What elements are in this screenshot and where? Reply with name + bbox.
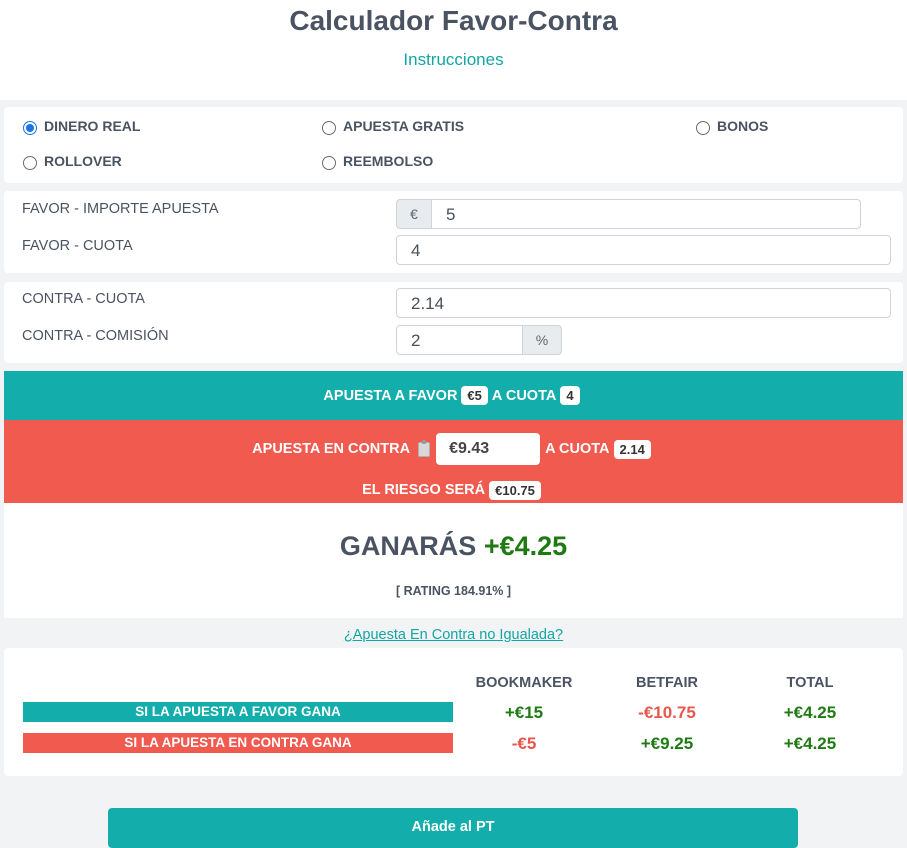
risk-pill: €10.75 — [489, 480, 541, 500]
radio-label: APUESTA GRATIS — [343, 118, 465, 134]
favor-card: FAVOR - IMPORTE APUESTA € 5 FAVOR - CUOT… — [4, 191, 903, 273]
radio-apuesta-gratis[interactable]: APUESTA GRATIS — [322, 118, 465, 135]
profit-value: +€4.25 — [483, 531, 568, 561]
contra-odds-pill: 2.14 — [613, 439, 651, 459]
result-card: GANARÁS +€4.25 [ RATING 184.91% ] — [4, 503, 903, 618]
instructions-link[interactable]: Instrucciones — [0, 50, 907, 70]
radio-label: DINERO REAL — [44, 118, 141, 134]
page-title: Calculador Favor-Contra — [289, 5, 618, 36]
radio-label: ROLLOVER — [44, 153, 122, 169]
favor-stake-pill: €5 — [461, 386, 488, 405]
row-contra-total: +€4.25 — [783, 734, 837, 753]
radio-unchecked-icon[interactable] — [23, 156, 37, 170]
contra-odds-label: CONTRA - CUOTA — [22, 291, 145, 307]
clipboard-icon[interactable] — [418, 439, 431, 457]
percent-suffix: % — [522, 325, 562, 355]
radio-label: BONOS — [717, 118, 769, 134]
row-contra-wins-label: SI LA APUESTA EN CONTRA GANA — [23, 733, 453, 753]
radio-dinero-real[interactable]: DINERO REAL — [23, 118, 141, 135]
row-favor-total: +€4.25 — [783, 703, 837, 722]
favor-summary-band: APUESTA A FAVOR €5 A CUOTA 4 — [4, 371, 903, 420]
row-favor-wins-label: SI LA APUESTA A FAVOR GANA — [23, 702, 453, 722]
radio-unchecked-icon[interactable] — [322, 156, 336, 170]
radio-reembolso[interactable]: REEMBOLSO — [322, 153, 434, 170]
header-betfair: BETFAIR — [635, 675, 699, 691]
outcomes-table: BOOKMAKER BETFAIR TOTAL SI LA APUESTA A … — [4, 648, 903, 776]
contra-commission-label: CONTRA - COMISIÓN — [22, 328, 169, 344]
profit-label: GANARÁS — [339, 531, 477, 561]
contra-odds-text: A CUOTA — [545, 441, 610, 457]
row-contra-bookmaker: -€5 — [511, 734, 537, 753]
header-bookmaker: BOOKMAKER — [475, 675, 573, 691]
radio-bonos[interactable]: BONOS — [696, 118, 769, 135]
add-to-pt-button[interactable]: Añade al PT — [108, 808, 798, 848]
favor-odds-pill: 4 — [560, 386, 580, 405]
favor-odds-text: A CUOTA — [491, 387, 557, 404]
favor-odds-input[interactable]: 4 — [396, 235, 891, 265]
contra-stake-box[interactable]: €9.43 — [436, 433, 541, 465]
profit-line: GANARÁS +€4.25 — [4, 531, 903, 562]
contra-card: CONTRA - CUOTA 2.14 CONTRA - COMISIÓN 2 … — [4, 282, 903, 363]
favor-stake-label: FAVOR - IMPORTE APUESTA — [22, 201, 219, 217]
euro-prefix: € — [396, 199, 432, 229]
row-favor-bookmaker: +€15 — [504, 703, 544, 722]
favor-summary-text: APUESTA A FAVOR — [323, 387, 458, 404]
header-total: TOTAL — [786, 675, 834, 691]
radio-unchecked-icon[interactable] — [322, 121, 336, 135]
radio-label: REEMBOLSO — [343, 153, 434, 169]
radio-rollover[interactable]: ROLLOVER — [23, 153, 122, 170]
contra-summary-band: APUESTA EN CONTRA €9.43 A CUOTA 2.14 EL … — [4, 420, 903, 503]
favor-odds-label: FAVOR - CUOTA — [22, 238, 133, 254]
radio-unchecked-icon[interactable] — [696, 121, 710, 135]
header: Calculador Favor-Contra Instrucciones — [0, 0, 907, 100]
favor-stake-input[interactable]: 5 — [431, 199, 861, 229]
risk-text: EL RIESGO SERÁ — [362, 482, 486, 498]
radio-checked-icon[interactable] — [23, 121, 37, 135]
rating-text: [ RATING 184.91% ] — [395, 584, 512, 598]
row-favor-betfair: -€10.75 — [638, 703, 696, 722]
contra-summary-text: APUESTA EN CONTRA — [252, 441, 411, 457]
bet-type-card: DINERO REAL APUESTA GRATIS BONOS ROLLOVE… — [4, 107, 903, 183]
unmatched-bet-link[interactable]: ¿Apuesta En Contra no Igualada? — [0, 627, 907, 643]
contra-commission-input[interactable]: 2 — [396, 325, 523, 355]
row-contra-betfair: +€9.25 — [640, 734, 694, 753]
contra-odds-input[interactable]: 2.14 — [396, 288, 891, 318]
